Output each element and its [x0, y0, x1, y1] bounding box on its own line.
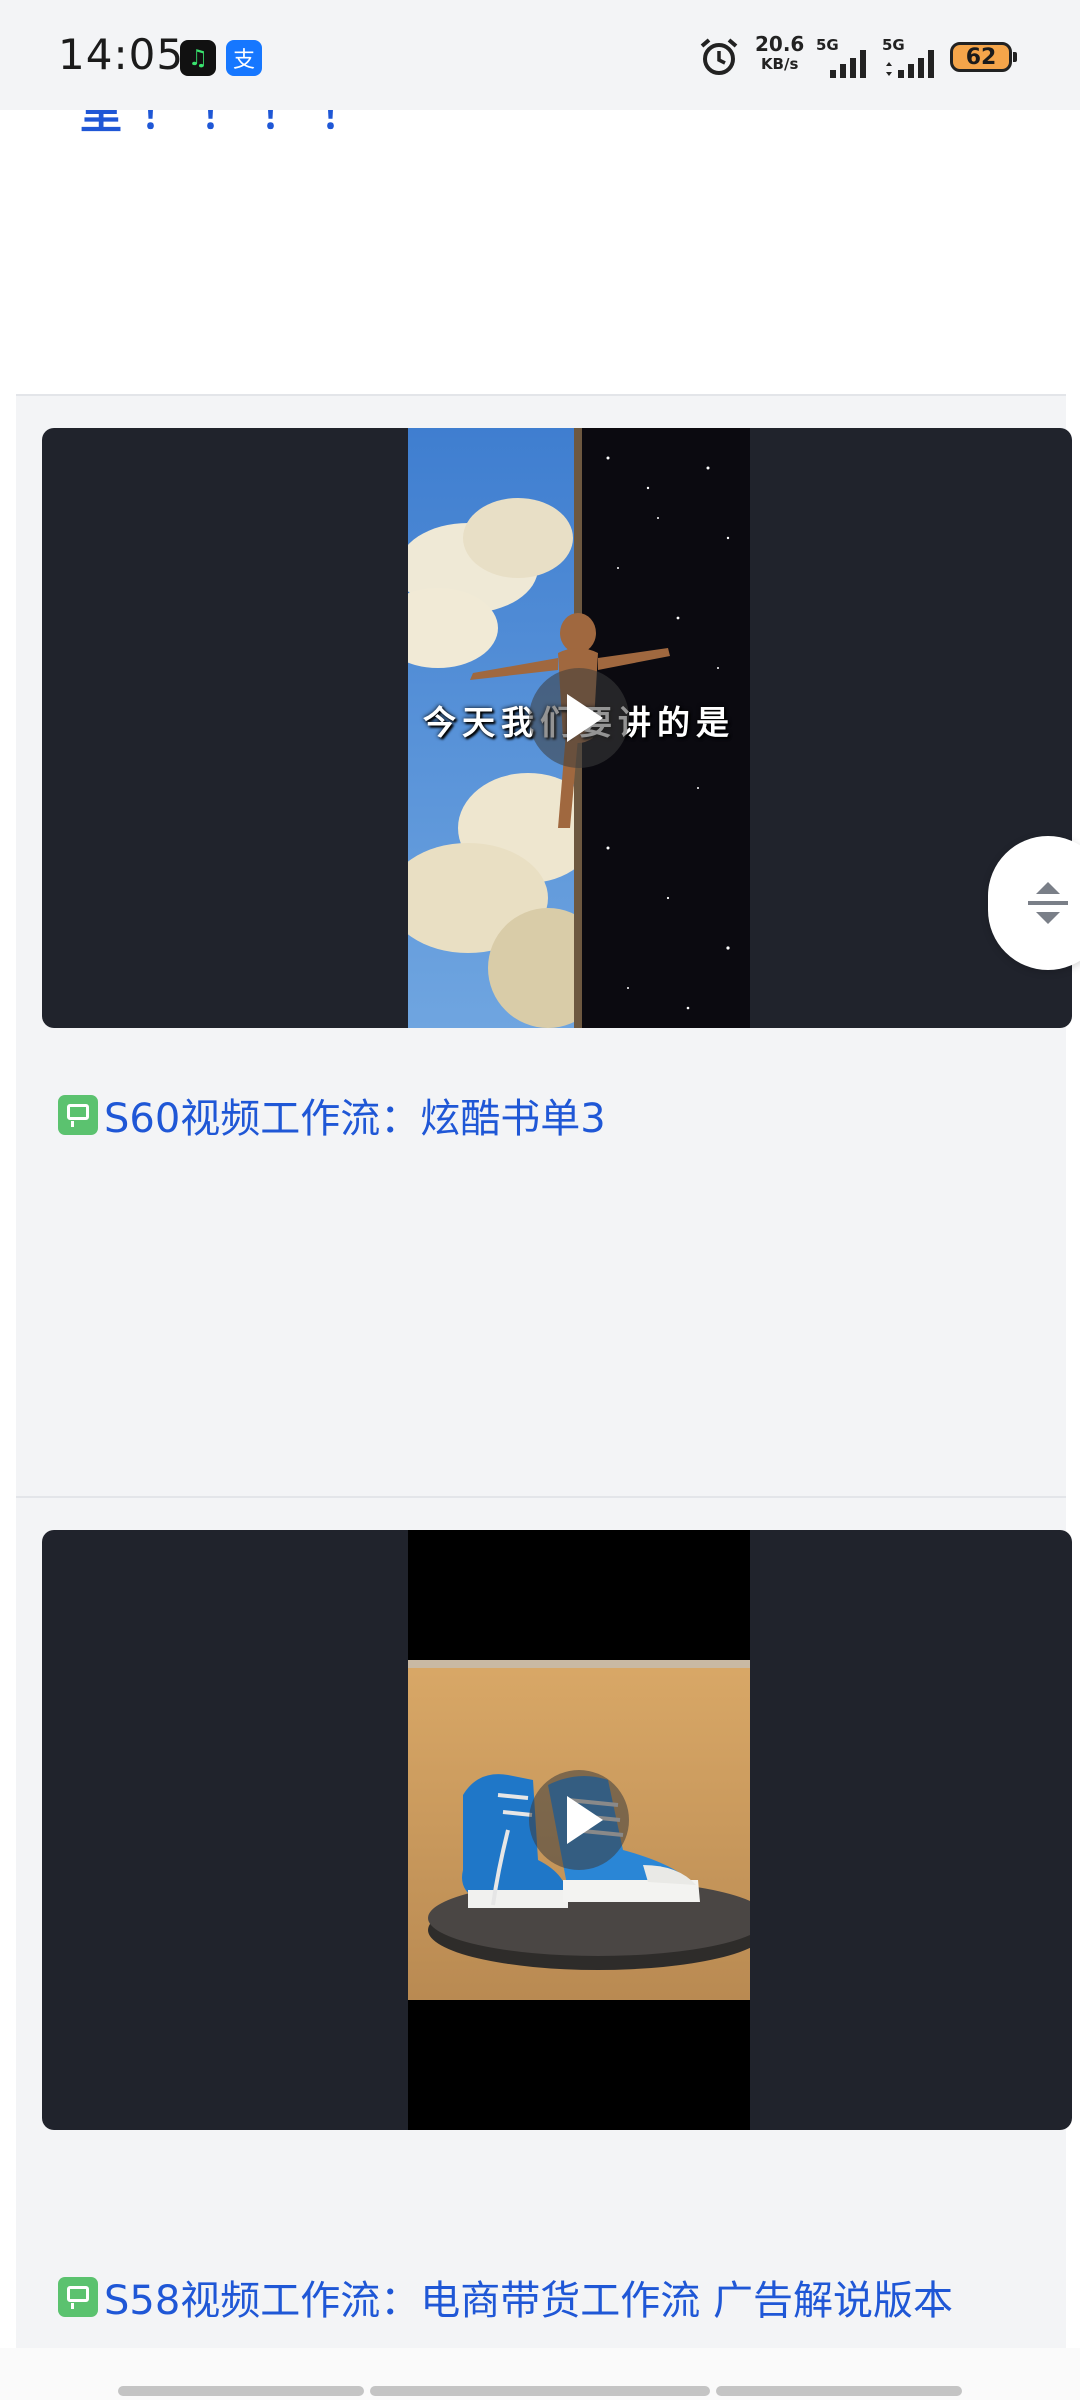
- clock: 14:05: [58, 30, 185, 79]
- workflow-icon: [58, 2277, 98, 2317]
- video-player[interactable]: [42, 1530, 1072, 2130]
- workflow-card: S58视频工作流：电商带货工作流 广告解说版本: [16, 1496, 1072, 2350]
- expand-collapse-icon: [1028, 882, 1068, 924]
- status-bar: 14:05 ♫ 支 20.6 KB/s 5G 5G 62: [0, 0, 1080, 110]
- signal-icon: 5G: [816, 36, 872, 80]
- workflow-icon: [58, 1095, 98, 1135]
- video-player[interactable]: 今天我们要讲的是: [42, 428, 1072, 1028]
- alipay-icon: 支: [226, 40, 262, 76]
- page-indicator: [716, 2386, 962, 2396]
- signal-icon: 5G: [882, 36, 942, 80]
- workflow-title-link[interactable]: S58视频工作流：电商带货工作流 广告解说版本: [58, 2268, 953, 2326]
- music-app-icon: ♫: [180, 40, 216, 76]
- workflow-card: 今天我们要讲的是 S60视频工作流：炫酷书单3: [16, 394, 1072, 1496]
- alarm-icon: [700, 38, 738, 75]
- workflow-title: S58视频工作流：电商带货工作流 广告解说版本: [104, 2278, 954, 2324]
- workflow-title-link[interactable]: S60视频工作流：炫酷书单3: [58, 1086, 606, 1144]
- workflow-title: S60视频工作流：炫酷书单3: [104, 1096, 606, 1142]
- battery-indicator: 62: [950, 42, 1017, 72]
- play-icon[interactable]: [529, 668, 629, 768]
- play-icon[interactable]: [529, 1770, 629, 1870]
- network-speed: 20.6 KB/s: [755, 32, 805, 73]
- page-indicator: [370, 2386, 710, 2396]
- page-indicator: [118, 2386, 364, 2396]
- page-content: 里！！！！ S60视频工作流：炫酷书单3 S58视频工作流：电商带货工作流 广告…: [0, 0, 1080, 2400]
